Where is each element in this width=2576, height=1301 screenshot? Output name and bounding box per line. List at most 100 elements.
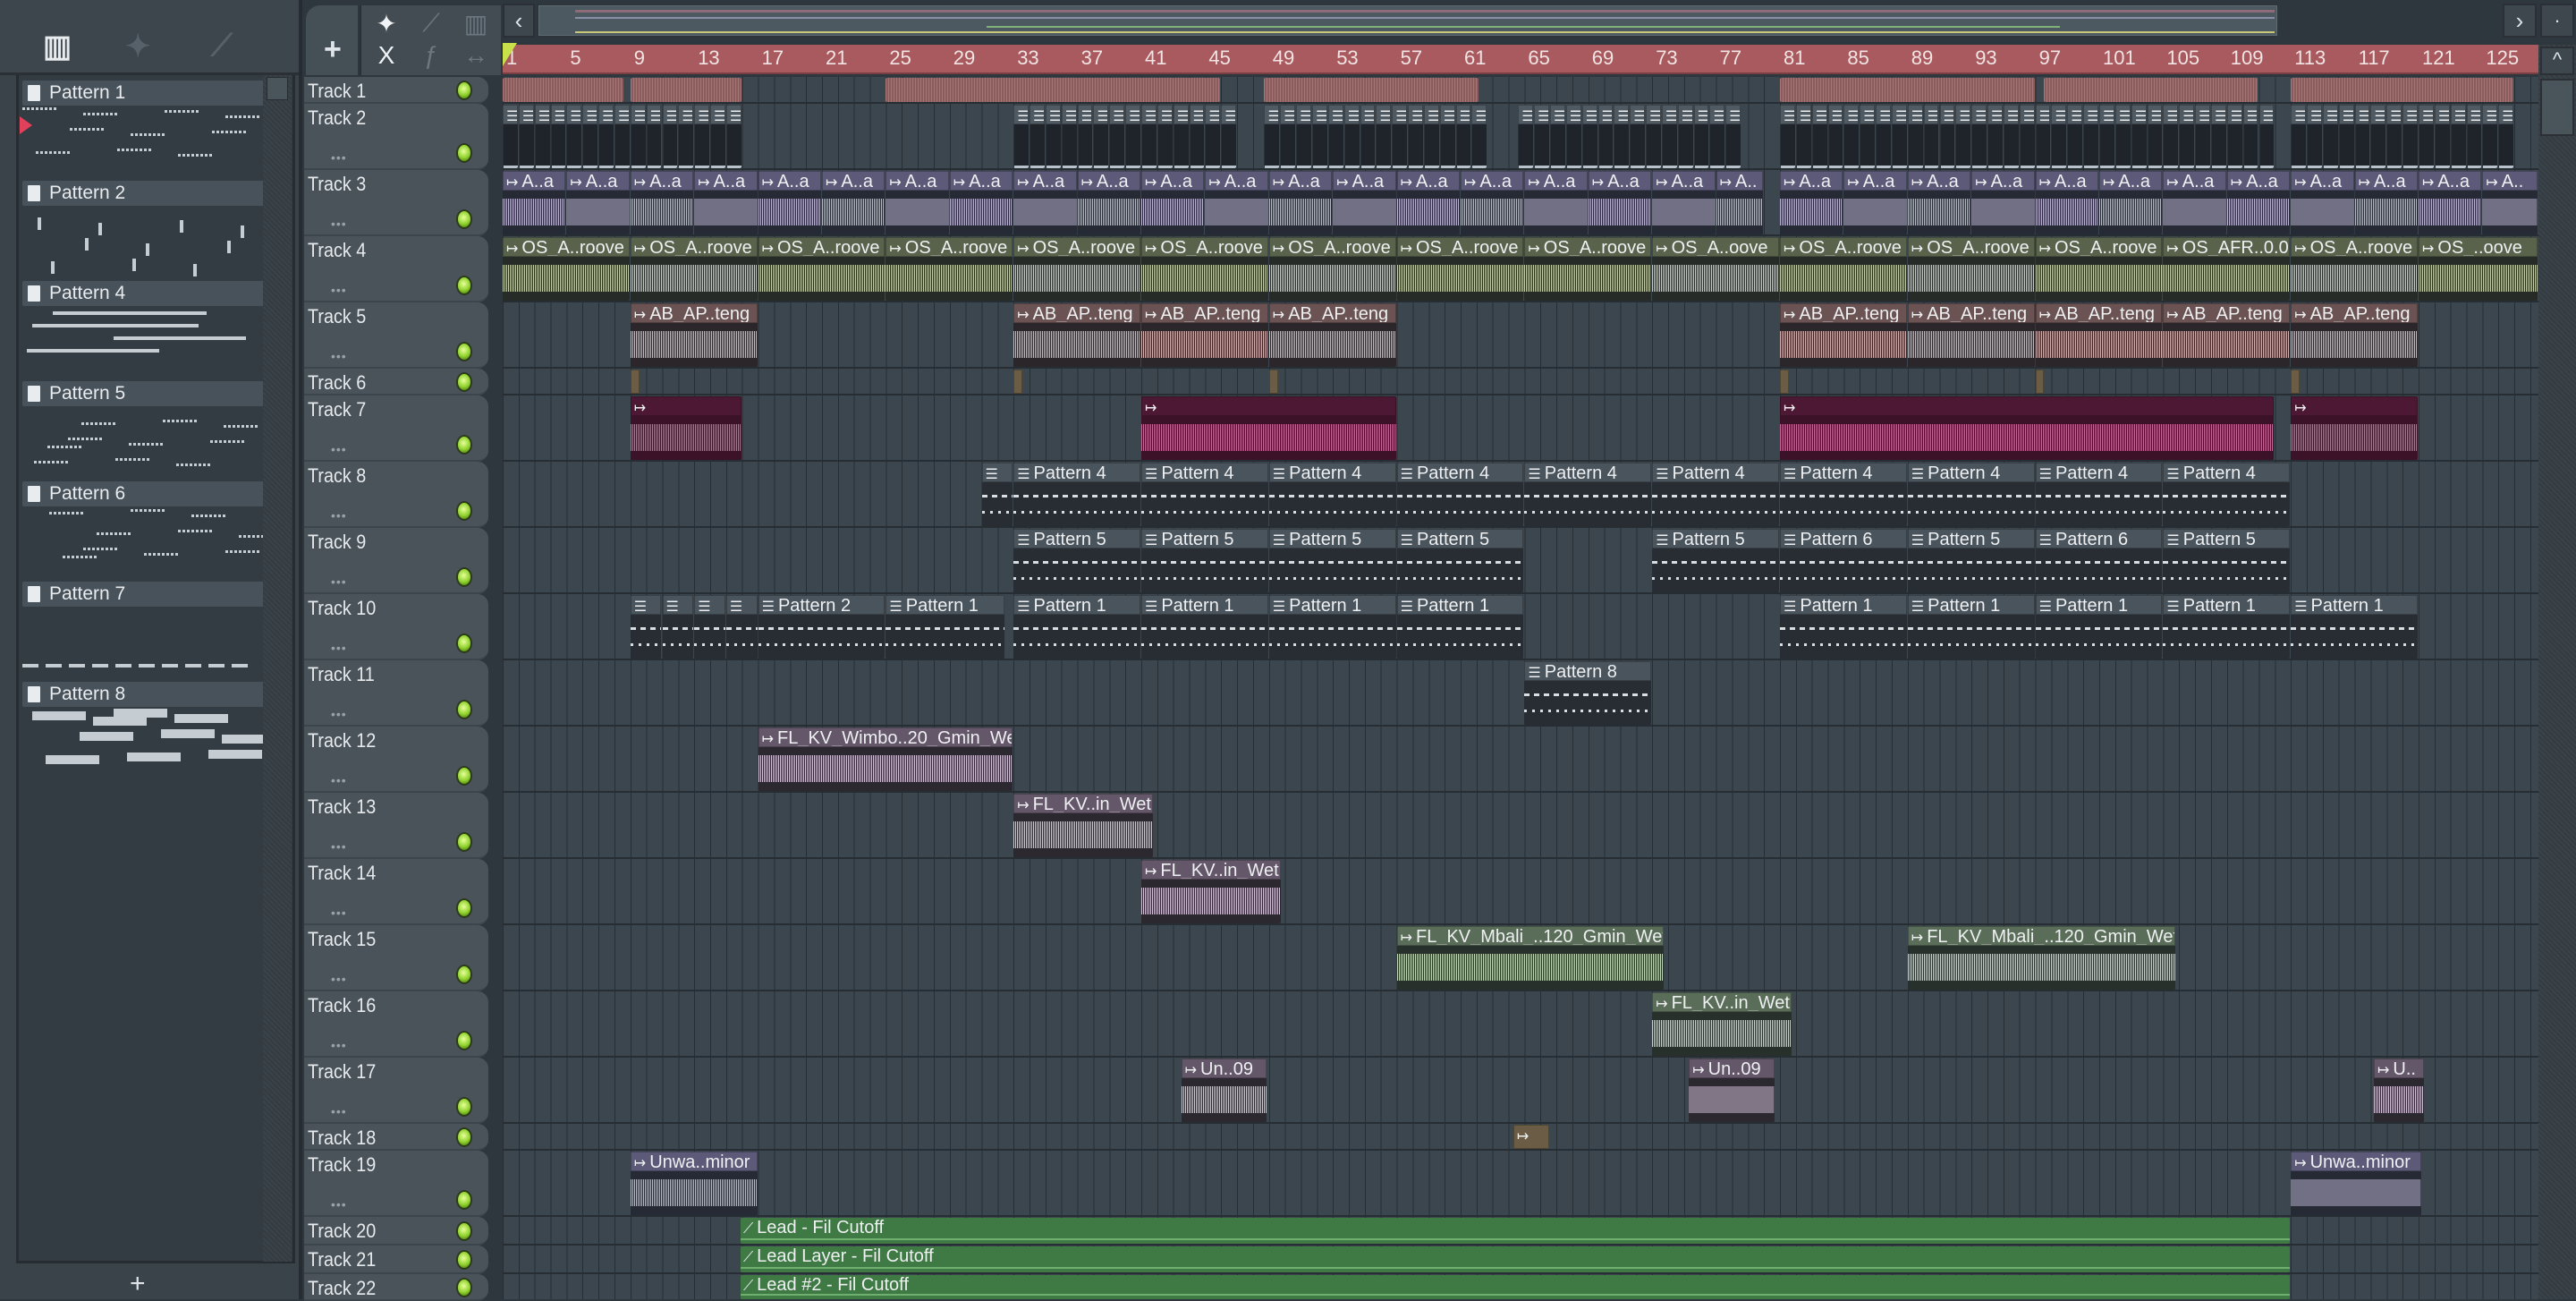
clip-pattern-mini[interactable]: ☰ (2386, 105, 2402, 168)
pattern-item-header[interactable]: Pattern 6 (22, 481, 266, 506)
clip-pattern-mini[interactable]: ☰ (582, 105, 598, 168)
clip-pattern-mini[interactable]: ☰ (2210, 105, 2226, 168)
track-mute-led[interactable] (456, 209, 472, 229)
clip-pattern-mini[interactable]: ☰ (2067, 105, 2083, 168)
track-header[interactable]: Track 21 (304, 1246, 488, 1274)
clip-pattern-dense[interactable] (886, 78, 1221, 102)
clip-audio-lav[interactable]: ↦ A..a (1524, 171, 1588, 234)
clip-audio-lav[interactable]: ↦ A..a (2035, 171, 2098, 234)
clip-pattern-mini[interactable]: ☰ (710, 105, 725, 168)
track-options-icon[interactable]: ••• (331, 574, 347, 589)
clip-pattern[interactable]: ☰ Pattern 4 (2035, 463, 2163, 526)
clip-pattern-mini[interactable]: ☰ (678, 105, 694, 168)
track-header[interactable]: Track 20 (304, 1217, 488, 1246)
clip-pattern[interactable]: ☰ (662, 595, 694, 659)
clip-pattern-mini[interactable]: ☰ (2258, 105, 2275, 168)
track-mute-led[interactable] (456, 1127, 472, 1147)
clip-audio-lav[interactable]: ↦ Unwa..minor (2291, 1152, 2421, 1215)
playlist-grid[interactable]: ☰☰☰☰☰☰☰☰☰☰☰☰☰☰☰☰☰☰☰☰☰☰☰☰☰☰☰☰☰☰☰☰☰☰☰☰☰☰☰☰… (503, 77, 2538, 1299)
clip-pattern[interactable]: ☰ Pattern 5 (1396, 529, 1524, 592)
clip-pattern-mini[interactable]: ☰ (2147, 105, 2163, 168)
clip-marker[interactable]: ↦ (1513, 1125, 1549, 1149)
track-options-icon[interactable]: ••• (331, 707, 347, 721)
clip-pattern-mini[interactable]: ☰ (534, 105, 550, 168)
clip-pattern-dense[interactable] (630, 78, 741, 102)
curve-icon[interactable]: ƒ (413, 41, 449, 70)
clip-audio-rose[interactable]: ↦ AB_AP..teng (1013, 303, 1140, 367)
clip-audio-olive[interactable]: ↦ OS_A..roove (886, 237, 1013, 301)
clip-pattern[interactable]: ☰ Pattern 1 (2291, 595, 2418, 659)
clip-pattern-mini[interactable]: ☰ (1955, 105, 1971, 168)
clip-audio-magenta[interactable]: ↦ (1780, 396, 2275, 460)
pattern-item[interactable]: Pattern 2 (22, 181, 266, 281)
track-header[interactable]: Track 15 ••• (304, 925, 488, 991)
clip-pattern-mini[interactable]: ☰ (1189, 105, 1205, 168)
clip-pattern-mini[interactable]: ☰ (1455, 105, 1471, 168)
clip-pattern[interactable]: ☰ Pattern 4 (2163, 463, 2291, 526)
clip-audio-lav[interactable]: ↦ A..a (1907, 171, 1971, 234)
clip-pattern[interactable]: ☰ Pattern 1 (1013, 595, 1140, 659)
track-mute-led[interactable] (456, 1278, 472, 1297)
track-header[interactable]: Track 18 (304, 1124, 488, 1151)
track-header[interactable]: Track 3 ••• (304, 170, 488, 236)
clip-audio-lav[interactable]: ↦ A..a (1396, 171, 1460, 234)
clip-pattern-mini[interactable]: ☰ (2003, 105, 2019, 168)
clip-pattern[interactable]: ☰ Pattern 4 (1907, 463, 2035, 526)
track-header[interactable]: Track 22 (304, 1274, 488, 1301)
clip-pattern[interactable]: ☰ Pattern 1 (1268, 595, 1396, 659)
clip-pattern-mini[interactable]: ☰ (566, 105, 582, 168)
clip-pattern-mini[interactable]: ☰ (1891, 105, 1907, 168)
track-header[interactable]: Track 11 ••• (304, 660, 488, 727)
clip-pattern-mini[interactable]: ☰ (1471, 105, 1487, 168)
clip-audio-lav[interactable]: ↦ A..a (2226, 171, 2291, 234)
overview-menu-button[interactable]: · (2540, 4, 2574, 38)
track-header[interactable]: Track 8 ••• (304, 462, 488, 528)
clip-audio-magenta[interactable]: ↦ (2291, 396, 2418, 460)
track-mute-led[interactable] (456, 766, 472, 786)
clip-pattern-mini[interactable]: ☰ (1360, 105, 1376, 168)
track-mute-led[interactable] (456, 898, 472, 918)
clip-audio-olive[interactable]: ↦ OS_A..roove (1268, 237, 1396, 301)
clip-audio-rose[interactable]: ↦ AB_AP..teng (2291, 303, 2418, 367)
track-mute-led[interactable] (456, 1221, 472, 1241)
clip-pattern-mini[interactable]: ☰ (2291, 105, 2307, 168)
pattern-item-header[interactable]: Pattern 7 (22, 582, 266, 607)
clip-pattern[interactable]: ☰ (630, 595, 662, 659)
pattern-item[interactable]: Pattern 7 (22, 582, 266, 682)
clip-pattern-mini[interactable]: ☰ (1343, 105, 1360, 168)
track-options-icon[interactable]: ••• (331, 442, 347, 456)
clip-pattern-mini[interactable]: ☰ (1141, 105, 1157, 168)
clip-pattern[interactable]: ☰ Pattern 6 (2035, 529, 2163, 592)
clip-pattern-mini[interactable]: ☰ (2179, 105, 2195, 168)
clip-audio-olive[interactable]: ↦ OS_A..roove (1013, 237, 1140, 301)
clip-pattern-mini[interactable]: ☰ (2482, 105, 2498, 168)
clip-audio-olive[interactable]: ↦ OS_..oove (2419, 237, 2538, 301)
clip-pattern-mini[interactable]: ☰ (2099, 105, 2114, 168)
pattern-item[interactable]: Pattern 1 (22, 81, 266, 181)
overview-viewport[interactable] (538, 5, 2277, 36)
clip-pattern-mini[interactable]: ☰ (2338, 105, 2354, 168)
clip-audio-olive[interactable]: ↦ OS_A..roove (503, 237, 630, 301)
clip-audio-lav[interactable]: ↦ A..a (1333, 171, 1396, 234)
clip-pattern[interactable]: ☰ Pattern 2 (758, 595, 886, 659)
clip-audio-lav[interactable]: ↦ A.. (2482, 171, 2538, 234)
clip-pattern-mini[interactable]: ☰ (1423, 105, 1439, 168)
clip-audio-magenta[interactable]: ↦ (1141, 396, 1396, 460)
clip-pattern[interactable]: ☰ Pattern 1 (2163, 595, 2291, 659)
clip-pattern-mini[interactable]: ☰ (1408, 105, 1423, 168)
pattern-item[interactable]: Pattern 4 (22, 281, 266, 381)
clip-pattern-mini[interactable]: ☰ (1205, 105, 1221, 168)
clip-audio-lav[interactable]: ↦ A..a (886, 171, 949, 234)
clip-audio-rose[interactable]: ↦ AB_AP..teng (2163, 303, 2291, 367)
clip-pattern-mini[interactable]: ☰ (2019, 105, 2035, 168)
clip-pattern-mini[interactable]: ☰ (1646, 105, 1661, 168)
clip-pattern-mini[interactable]: ☰ (598, 105, 614, 168)
clip-pattern-dense[interactable] (2043, 78, 2258, 102)
add-pattern-button[interactable]: + (130, 1269, 146, 1299)
clip-pattern-mini[interactable]: ☰ (518, 105, 534, 168)
clip-pattern-mini[interactable]: ☰ (1597, 105, 1614, 168)
track-header[interactable]: Track 9 ••• (304, 528, 488, 594)
track-header[interactable]: Track 1 (304, 77, 488, 104)
clip-audio-lav[interactable]: ↦ A..a (2354, 171, 2418, 234)
clip-pattern[interactable]: ☰ Pattern 1 (2035, 595, 2163, 659)
